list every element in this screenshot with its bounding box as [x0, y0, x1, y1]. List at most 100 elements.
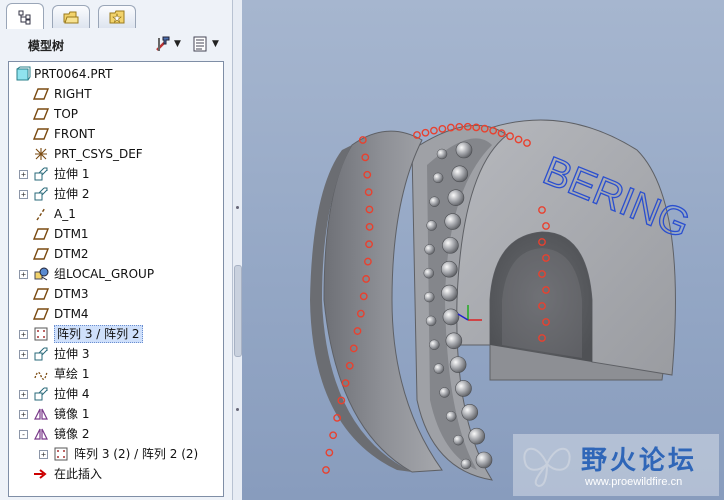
tree-row[interactable]: + 组LOCAL_GROUP — [9, 264, 223, 284]
datum-axis-icon — [36, 207, 46, 221]
tree-item-label: 组LOCAL_GROUP — [54, 267, 155, 281]
bearing-ball — [453, 434, 464, 446]
chevron-down-icon: ▼ — [174, 39, 181, 49]
bearing-ball — [460, 458, 472, 470]
collapse-toggle[interactable]: - — [19, 430, 28, 439]
tree-row[interactable]: DTM1 — [9, 224, 223, 244]
datum-plane-icon — [33, 88, 49, 100]
tree-item-label: 镜像 2 — [54, 427, 90, 441]
navigator-panel: 模型树 ▼ ▼ PRT0064.PRT RIGHT TOP FRONT PRT_CSYS… — [0, 0, 233, 500]
tree-item-label: DTM3 — [54, 287, 89, 301]
extrude-icon — [34, 167, 48, 181]
pattern-icon — [54, 447, 68, 461]
tree-row[interactable]: FRONT — [9, 124, 223, 144]
bearing-ball — [442, 237, 459, 254]
bearing-ball — [424, 291, 435, 303]
tree-item-label: 草绘 1 — [54, 367, 90, 381]
tree-row[interactable]: + 拉伸 2 — [9, 184, 223, 204]
butterfly-logo-icon — [523, 447, 571, 488]
expand-toggle[interactable]: + — [19, 190, 28, 199]
chevron-down-icon: ▼ — [212, 39, 219, 49]
tree-item-label: PRT_CSYS_DEF — [54, 147, 143, 161]
tree-row[interactable]: + 拉伸 1 — [9, 164, 223, 184]
bearing-ball — [449, 356, 467, 373]
tree-row[interactable]: PRT_CSYS_DEF — [9, 144, 223, 164]
tree-row[interactable]: + 拉伸 4 — [9, 384, 223, 404]
expand-toggle[interactable]: + — [19, 390, 28, 399]
bearing-ball — [436, 148, 448, 160]
tab-model-tree[interactable] — [6, 3, 44, 29]
tree-row[interactable]: + 阵列 3 (2) / 阵列 2 (2) — [9, 444, 223, 464]
tree-item-label: RIGHT — [54, 87, 92, 101]
bearing-ball — [425, 315, 437, 327]
tree-row[interactable]: TOP — [9, 104, 223, 124]
settings-menu-button[interactable]: ▼ — [154, 34, 181, 54]
pattern-icon — [34, 327, 48, 341]
tree-item-label: FRONT — [54, 127, 95, 141]
red-hole — [322, 466, 330, 474]
tree-row[interactable]: RIGHT — [9, 84, 223, 104]
tree-row[interactable]: + 镜像 1 — [9, 404, 223, 424]
bearing-ball — [475, 451, 493, 469]
panel-splitter[interactable] — [233, 0, 242, 500]
datum-plane-icon — [33, 108, 49, 120]
tab-folder-browser[interactable] — [52, 5, 90, 28]
model-tree[interactable]: PRT0064.PRT RIGHT TOP FRONT PRT_CSYS_DEF + 拉伸 … — [8, 61, 224, 497]
bearing-ball — [455, 141, 473, 159]
splitter-grip-top — [236, 206, 239, 209]
expand-toggle[interactable]: + — [19, 410, 28, 419]
list-icon — [193, 36, 207, 52]
expand-toggle[interactable]: + — [39, 450, 48, 459]
bearing-ball — [424, 244, 435, 255]
tree-item-label: A_1 — [54, 207, 76, 221]
tree-row[interactable]: DTM3 — [9, 284, 223, 304]
tree-item-label: DTM1 — [54, 227, 89, 241]
tree-item-label: DTM4 — [54, 307, 89, 321]
csys-icon — [35, 148, 47, 160]
datum-plane-icon — [33, 128, 49, 140]
tree-row[interactable]: DTM4 — [9, 304, 223, 324]
tree-row[interactable]: 草绘 1 — [9, 364, 223, 384]
forum-watermark: 野火论坛 www.proewildfire.cn — [513, 434, 719, 496]
red-hole — [430, 126, 438, 135]
tab-favorites[interactable] — [98, 5, 136, 28]
graphics-viewport[interactable]: BERING — [242, 0, 724, 500]
splitter-handle[interactable] — [234, 265, 242, 357]
splitter-grip-bottom — [236, 408, 239, 411]
tree-row[interactable]: A_1 — [9, 204, 223, 224]
red-hole — [329, 431, 338, 440]
extrude-icon — [34, 347, 48, 361]
expand-toggle[interactable]: + — [19, 170, 28, 179]
bearing-ball — [444, 213, 462, 230]
mirror-icon — [34, 428, 48, 440]
expand-toggle[interactable]: + — [19, 330, 28, 339]
bearing-ball — [468, 427, 486, 445]
bearing-model-3d[interactable]: BERING — [242, 0, 724, 500]
tree-item-label: 拉伸 1 — [54, 167, 90, 181]
bearing-ball — [455, 380, 472, 397]
tree-row[interactable]: + 拉伸 3 — [9, 344, 223, 364]
datum-plane-icon — [33, 228, 49, 240]
red-hole — [421, 128, 430, 137]
bearing-ball — [445, 332, 463, 350]
tree-row[interactable]: + 阵列 3 / 阵列 2 — [9, 324, 223, 344]
tree-row[interactable]: DTM2 — [9, 244, 223, 264]
bearing-ball — [451, 165, 469, 183]
bearing-ball — [432, 172, 444, 184]
expand-toggle[interactable]: + — [19, 350, 28, 359]
part-icon — [16, 66, 31, 81]
tree-item-label: 拉伸 3 — [54, 347, 90, 361]
datum-plane-icon — [33, 288, 49, 300]
tree-row[interactable]: - 镜像 2 — [9, 424, 223, 444]
extrude-icon — [34, 187, 48, 201]
expand-toggle[interactable]: + — [19, 270, 28, 279]
tree-row[interactable]: 在此插入 — [9, 464, 223, 484]
folder-browser-icon — [63, 11, 79, 24]
tree-item-label: 阵列 3 / 阵列 2 — [54, 325, 143, 343]
navigator-tabs — [6, 3, 226, 29]
tree-row[interactable]: PRT0064.PRT — [9, 64, 223, 84]
bearing-ball — [426, 220, 437, 231]
bearing-ball — [433, 363, 445, 374]
show-menu-button[interactable]: ▼ — [192, 34, 219, 54]
tree-item-label: DTM2 — [54, 247, 89, 261]
